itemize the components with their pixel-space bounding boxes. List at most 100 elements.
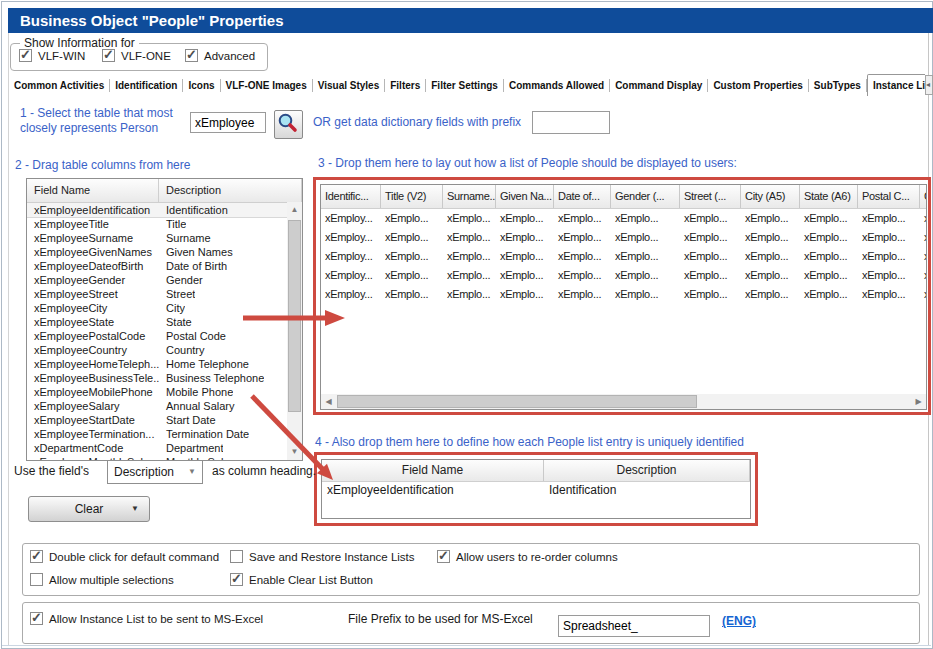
tab-common-activities[interactable]: Common Activities bbox=[9, 80, 109, 91]
field-list-row[interactable]: xEmployeeDateofBirthDate of Birth bbox=[27, 259, 287, 273]
save-restore-checkbox[interactable] bbox=[230, 550, 243, 563]
instance-list-cell: xEmplo... bbox=[381, 247, 443, 266]
reorder-columns-label: Allow users to re-order columns bbox=[456, 551, 618, 563]
vlf-one-checkbox[interactable] bbox=[102, 49, 115, 62]
field-list-header-fieldname[interactable]: Field Name bbox=[27, 179, 159, 202]
instance-list-column-header[interactable]: State (A6) bbox=[800, 185, 858, 208]
instance-list-column-header[interactable]: Gender (... bbox=[611, 185, 680, 208]
tab-visual-styles[interactable]: Visual Styles bbox=[313, 80, 385, 91]
vscroll-thumb[interactable] bbox=[288, 220, 301, 412]
field-list-row[interactable]: xEmployeeStartDateStart Date bbox=[27, 413, 287, 427]
field-list-row[interactable]: xEmployeeGivenNamesGiven Names bbox=[27, 245, 287, 259]
field-list-rows: xEmployeeIdentificationIdentificationxEm… bbox=[27, 203, 287, 460]
field-list-row[interactable]: xEmployeeStreetStreet bbox=[27, 287, 287, 301]
tab-command-display[interactable]: Command Display bbox=[610, 80, 707, 91]
tab-icons[interactable]: Icons bbox=[183, 80, 219, 91]
instance-list-row[interactable]: xEmploy...xEmplo...xEmplo...xEmplo...xEm… bbox=[321, 209, 926, 228]
checkbox-advanced[interactable]: Advanced bbox=[185, 49, 255, 62]
scroll-left-icon[interactable]: ◀ bbox=[321, 394, 336, 409]
field-list-header-description[interactable]: Description bbox=[159, 179, 302, 202]
field-list-row[interactable]: xEmployeeHomeTeleph...Home Telephone bbox=[27, 357, 287, 371]
instance-list-header: Identific...Title (V2)Surname...Given Na… bbox=[321, 185, 926, 209]
field-list-row[interactable]: xEmployeeStateState bbox=[27, 315, 287, 329]
identity-header-fieldname[interactable]: Field Name bbox=[322, 460, 544, 481]
checkbox-multiple-selections[interactable]: Allow multiple selections bbox=[30, 573, 174, 586]
instance-list-column-header[interactable]: Identific... bbox=[321, 185, 381, 208]
identity-table-row[interactable]: xEmployeeIdentification Identification bbox=[322, 483, 750, 497]
instance-list-column-header[interactable]: City (A5) bbox=[741, 185, 800, 208]
tab-custom-properties[interactable]: Custom Properties bbox=[708, 80, 807, 91]
scroll-up-icon[interactable]: ▲ bbox=[287, 202, 302, 218]
field-description-cell: Business Telephone bbox=[159, 371, 264, 385]
field-list-row[interactable]: xEmployeeCityCity bbox=[27, 301, 287, 315]
multiple-selections-checkbox[interactable] bbox=[30, 573, 43, 586]
tab-identification[interactable]: Identification bbox=[110, 80, 182, 91]
vlf-win-checkbox[interactable] bbox=[19, 49, 32, 62]
instance-list-row[interactable]: xEmploy...xEmplo...xEmplo...xEmplo...xEm… bbox=[321, 285, 926, 304]
checkbox-vlf-win[interactable]: VLF-WIN bbox=[19, 49, 85, 62]
clear-button[interactable]: Clear ▼ bbox=[28, 496, 150, 522]
field-list-row[interactable]: xEmployeePostalCodePostal Code bbox=[27, 329, 287, 343]
field-name-cell: xEmployeeIdentification bbox=[27, 203, 159, 217]
instance-list-column-header[interactable]: Date of... bbox=[554, 185, 611, 208]
file-prefix-input[interactable] bbox=[558, 615, 710, 637]
field-list-row[interactable]: xDepartmentCodeDepartment bbox=[27, 441, 287, 455]
scroll-down-icon[interactable]: ▼ bbox=[287, 444, 302, 460]
instance-list-cell: x... bbox=[920, 285, 927, 304]
table-name-input[interactable] bbox=[190, 112, 266, 133]
vlf-one-label: VLF-ONE bbox=[121, 50, 171, 62]
double-click-checkbox[interactable] bbox=[30, 550, 43, 563]
field-list-row[interactable]: xEmployeeCountryCountry bbox=[27, 343, 287, 357]
field-list-row[interactable]: xEmployeeSalaryAnnual Salary bbox=[27, 399, 287, 413]
reorder-columns-checkbox[interactable] bbox=[437, 550, 450, 563]
prefix-input[interactable] bbox=[532, 111, 610, 134]
field-list-vscrollbar[interactable]: ▲ ▼ bbox=[287, 202, 302, 460]
instance-list-row[interactable]: xEmploy...xEmplo...xEmplo...xEmplo...xEm… bbox=[321, 266, 926, 285]
excel-checkbox[interactable] bbox=[30, 612, 43, 625]
tab-vlf-one-images[interactable]: VLF-ONE Images bbox=[221, 80, 312, 91]
field-name-cell: xEmployeeHomeTeleph... bbox=[27, 357, 159, 371]
instance-list-row[interactable]: xEmploy...xEmplo...xEmplo...xEmplo...xEm… bbox=[321, 247, 926, 266]
instance-list-cell: xEmplo... bbox=[611, 209, 680, 228]
hscroll-thumb[interactable] bbox=[337, 395, 697, 408]
tab-subtypes[interactable]: SubTypes bbox=[809, 80, 866, 91]
enable-clear-checkbox[interactable] bbox=[230, 573, 243, 586]
instance-list-column-header[interactable]: Given Na... bbox=[496, 185, 554, 208]
instance-list-column-header[interactable]: Street (... bbox=[680, 185, 741, 208]
multiple-selections-label: Allow multiple selections bbox=[49, 574, 174, 586]
checkbox-excel[interactable]: Allow Instance List to be sent to MS-Exc… bbox=[30, 612, 263, 625]
checkbox-vlf-one[interactable]: VLF-ONE bbox=[102, 49, 171, 62]
checkbox-enable-clear[interactable]: Enable Clear List Button bbox=[230, 573, 373, 586]
instance-list-column-header[interactable]: Postal C... bbox=[858, 185, 920, 208]
search-table-button[interactable] bbox=[274, 110, 303, 139]
field-list-row[interactable]: xEmployeeBusinessTele...Business Telepho… bbox=[27, 371, 287, 385]
checkbox-double-click[interactable]: Double click for default command bbox=[30, 550, 219, 563]
instance-list-column-header[interactable]: Surname... bbox=[443, 185, 496, 208]
instance-list-hscrollbar[interactable]: ◀ ▶ bbox=[321, 394, 926, 409]
field-description-cell: Postal Code bbox=[159, 329, 226, 343]
field-list-row[interactable]: xEmployeeGenderGender bbox=[27, 273, 287, 287]
language-link[interactable]: (ENG) bbox=[722, 614, 756, 628]
identity-header-description[interactable]: Description bbox=[544, 460, 750, 481]
scroll-right-icon[interactable]: ▶ bbox=[911, 394, 926, 409]
instance-list-column-header[interactable]: Title (V2) bbox=[381, 185, 443, 208]
instance-list-column-header[interactable]: C... bbox=[920, 185, 927, 208]
tab-filter-settings[interactable]: Filter Settings bbox=[426, 80, 503, 91]
instance-list-row[interactable]: xEmploy...xEmplo...xEmplo...xEmplo...xEm… bbox=[321, 228, 926, 247]
heading-source-dropdown[interactable]: Description ▼ bbox=[107, 460, 203, 484]
field-list-row[interactable]: xEmployeeTermination...Termination Date bbox=[27, 427, 287, 441]
use-field-suffix-text: as column heading. bbox=[212, 464, 316, 478]
advanced-checkbox[interactable] bbox=[185, 49, 198, 62]
tab-scroll-button[interactable]: ◂ bbox=[925, 75, 933, 95]
field-list-row[interactable]: xEmployeeSurnameSurname bbox=[27, 231, 287, 245]
field-list-row[interactable]: xEmployeeMobilePhoneMobile Phone bbox=[27, 385, 287, 399]
tab-instance-list[interactable]: Instance List bbox=[867, 74, 925, 96]
tab-filters[interactable]: Filters bbox=[385, 80, 425, 91]
field-list-row[interactable]: xEmployeeTitleTitle bbox=[27, 217, 287, 231]
save-restore-label: Save and Restore Instance Lists bbox=[249, 551, 415, 563]
tab-commands-allowed[interactable]: Commands Allowed bbox=[504, 80, 609, 91]
checkbox-save-restore[interactable]: Save and Restore Instance Lists bbox=[230, 550, 415, 563]
drop-area-identity: Field Name Description xEmployeeIdentifi… bbox=[314, 452, 758, 526]
field-list-row[interactable]: xEmployeeIdentificationIdentification bbox=[27, 203, 287, 217]
checkbox-reorder-columns[interactable]: Allow users to re-order columns bbox=[437, 550, 618, 563]
